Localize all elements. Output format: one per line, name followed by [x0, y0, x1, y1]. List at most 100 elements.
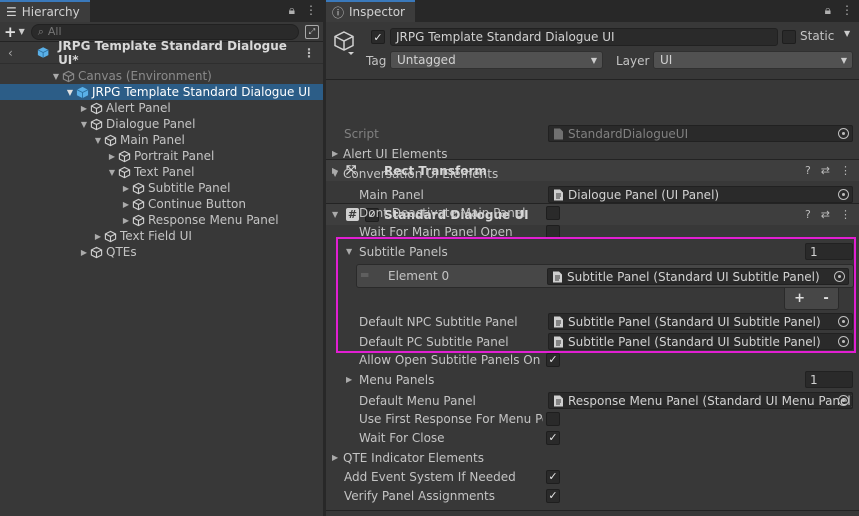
gameobject-icon: [62, 70, 75, 82]
alert-ui-foldout[interactable]: ▶ Alert UI Elements: [326, 144, 859, 163]
kebab-menu-icon[interactable]: ⋮: [841, 3, 853, 18]
tree-item[interactable]: ▼ Dialogue Panel: [0, 116, 323, 132]
create-button[interactable]: + ▼: [4, 23, 25, 41]
search-input[interactable]: [47, 25, 248, 38]
scene-visibility-icon[interactable]: ⤢: [305, 24, 319, 39]
fold-arrow-icon[interactable]: ▼: [92, 136, 104, 145]
subtitle-panels-size-field[interactable]: 1: [805, 243, 853, 260]
add-event-checkbox[interactable]: ✓: [546, 469, 560, 484]
gameobject-icon: [90, 118, 103, 130]
chevron-down-icon: ▼: [18, 27, 25, 36]
prefab-icon: [76, 86, 89, 98]
wait-close-checkbox[interactable]: ✓: [546, 430, 560, 445]
kebab-menu-icon[interactable]: ⋮: [303, 46, 315, 60]
tree-item[interactable]: ▶ Subtitle Panel: [0, 180, 323, 196]
default-npc-field[interactable]: Subtitle Panel (Standard UI Subtitle Pan…: [548, 313, 853, 330]
script-file-icon: [554, 189, 563, 200]
fold-arrow-icon[interactable]: ▼: [64, 88, 76, 97]
tree-item[interactable]: ▶ Text Field UI: [0, 228, 323, 244]
subtitle-panels-foldout[interactable]: ▼ Subtitle Panels 1: [326, 242, 859, 261]
script-file-icon: [554, 395, 563, 406]
kebab-menu-icon[interactable]: ⋮: [305, 3, 317, 18]
foldout-label: Conversation UI Elements: [343, 166, 499, 181]
object-name-field[interactable]: JRPG Template Standard Dialogue UI: [390, 28, 778, 46]
menu-panels-size-field[interactable]: 1: [805, 371, 853, 388]
field-value: Subtitle Panel (Standard UI Subtitle Pan…: [567, 269, 820, 284]
foldout-label: Menu Panels: [359, 372, 435, 387]
fold-arrow-icon[interactable]: ▼: [332, 169, 338, 178]
gameobject-icon: [132, 214, 145, 226]
static-checkbox[interactable]: [782, 30, 796, 44]
object-picker-icon[interactable]: [838, 316, 849, 327]
fold-arrow-icon[interactable]: ▶: [120, 184, 132, 193]
wait-main-row: Wait For Main Panel Open: [326, 222, 859, 241]
tree-item[interactable]: ▼ Main Panel: [0, 132, 323, 148]
object-picker-icon[interactable]: [838, 189, 849, 200]
fold-arrow-icon[interactable]: ▼: [78, 120, 90, 129]
array-element-row[interactable]: ═ Element 0 Subtitle Panel (Standard UI …: [356, 264, 854, 288]
layer-dropdown[interactable]: UI ▼: [653, 51, 853, 69]
active-checkbox[interactable]: ✓: [371, 30, 385, 44]
fold-arrow-icon[interactable]: ▼: [50, 72, 62, 81]
allow-open-checkbox[interactable]: ✓: [546, 352, 560, 367]
conversation-ui-foldout[interactable]: ▼ Conversation UI Elements: [326, 164, 859, 183]
object-picker-icon: [838, 128, 849, 139]
tree-item[interactable]: ▼ Canvas (Environment): [0, 68, 323, 84]
tree-item-label: Main Panel: [120, 133, 185, 147]
tree-item[interactable]: ▶ Portrait Panel: [0, 148, 323, 164]
fold-arrow-icon[interactable]: ▶: [78, 104, 90, 113]
chevron-down-icon[interactable]: ▼: [844, 29, 850, 38]
fold-arrow-icon[interactable]: ▶: [78, 248, 90, 257]
fold-arrow-icon[interactable]: ▶: [120, 200, 132, 209]
fold-arrow-icon[interactable]: ▶: [346, 375, 352, 384]
size-value: 1: [810, 244, 818, 259]
tree-item-label: Canvas (Environment): [78, 69, 212, 83]
remove-element-button[interactable]: -: [823, 291, 828, 306]
fold-arrow-icon[interactable]: ▼: [346, 247, 352, 256]
fold-arrow-icon[interactable]: ▶: [332, 453, 338, 462]
tree-item[interactable]: ▶ Response Menu Panel: [0, 212, 323, 228]
element0-field[interactable]: Subtitle Panel (Standard UI Subtitle Pan…: [547, 268, 849, 285]
back-arrow-icon[interactable]: ‹: [8, 46, 13, 60]
gameobject-icon[interactable]: [334, 30, 356, 56]
array-footer: + -: [784, 288, 839, 310]
use-first-checkbox[interactable]: [546, 411, 560, 426]
dont-deactivate-checkbox[interactable]: [546, 205, 560, 220]
object-picker-icon[interactable]: [838, 395, 849, 406]
tab-inspector[interactable]: ⓘ Inspector: [326, 0, 415, 22]
fold-arrow-icon[interactable]: ▶: [92, 232, 104, 241]
tab-hierarchy[interactable]: ☰ Hierarchy: [0, 0, 90, 22]
default-menu-field[interactable]: Response Menu Panel (Standard UI Menu Pa…: [548, 392, 853, 409]
fold-arrow-icon[interactable]: ▼: [106, 168, 118, 177]
tree-item[interactable]: ▼ Text Panel: [0, 164, 323, 180]
add-element-button[interactable]: +: [794, 291, 805, 306]
wait-main-checkbox[interactable]: [546, 224, 560, 239]
menu-panels-foldout[interactable]: ▶ Menu Panels 1: [326, 370, 859, 389]
hierarchy-search[interactable]: ⌕: [30, 23, 299, 40]
tree-item-label: Dialogue Panel: [106, 117, 196, 131]
hierarchy-panel: ☰ Hierarchy 🔒︎ ⋮ +▼ ⌕ ⤢ ‹ JRPG Template …: [0, 0, 323, 516]
lock-icon[interactable]: 🔒︎: [825, 3, 831, 18]
fold-arrow-icon[interactable]: ▶: [106, 152, 118, 161]
gameobject-icon: [90, 102, 103, 114]
verify-checkbox[interactable]: ✓: [546, 488, 560, 503]
object-picker-icon[interactable]: [838, 336, 849, 347]
add-event-row: Add Event System If Needed ✓: [326, 467, 859, 486]
drag-handle-icon[interactable]: ═: [361, 268, 368, 282]
fold-arrow-icon[interactable]: ▶: [120, 216, 132, 225]
script-value: StandardDialogueUI: [568, 126, 689, 141]
tag-dropdown[interactable]: Untagged ▼: [390, 51, 603, 69]
qte-foldout[interactable]: ▶ QTE Indicator Elements: [326, 448, 859, 467]
object-picker-icon[interactable]: [834, 271, 845, 282]
divider: [326, 510, 859, 511]
default-pc-field[interactable]: Subtitle Panel (Standard UI Subtitle Pan…: [548, 333, 853, 350]
tree-item[interactable]: ▶ Continue Button: [0, 196, 323, 212]
tree-item-selected[interactable]: ▼ JRPG Template Standard Dialogue UI: [0, 84, 323, 100]
tree-item[interactable]: ▶ Alert Panel: [0, 100, 323, 116]
tab-hierarchy-label: Hierarchy: [21, 5, 80, 19]
scene-header[interactable]: ‹ JRPG Template Standard Dialogue UI* ⋮: [0, 39, 323, 67]
fold-arrow-icon[interactable]: ▶: [332, 149, 338, 158]
lock-icon[interactable]: 🔒︎: [289, 3, 295, 18]
tree-item[interactable]: ▶ QTEs: [0, 244, 323, 260]
main-panel-field[interactable]: Dialogue Panel (UI Panel): [548, 186, 853, 203]
